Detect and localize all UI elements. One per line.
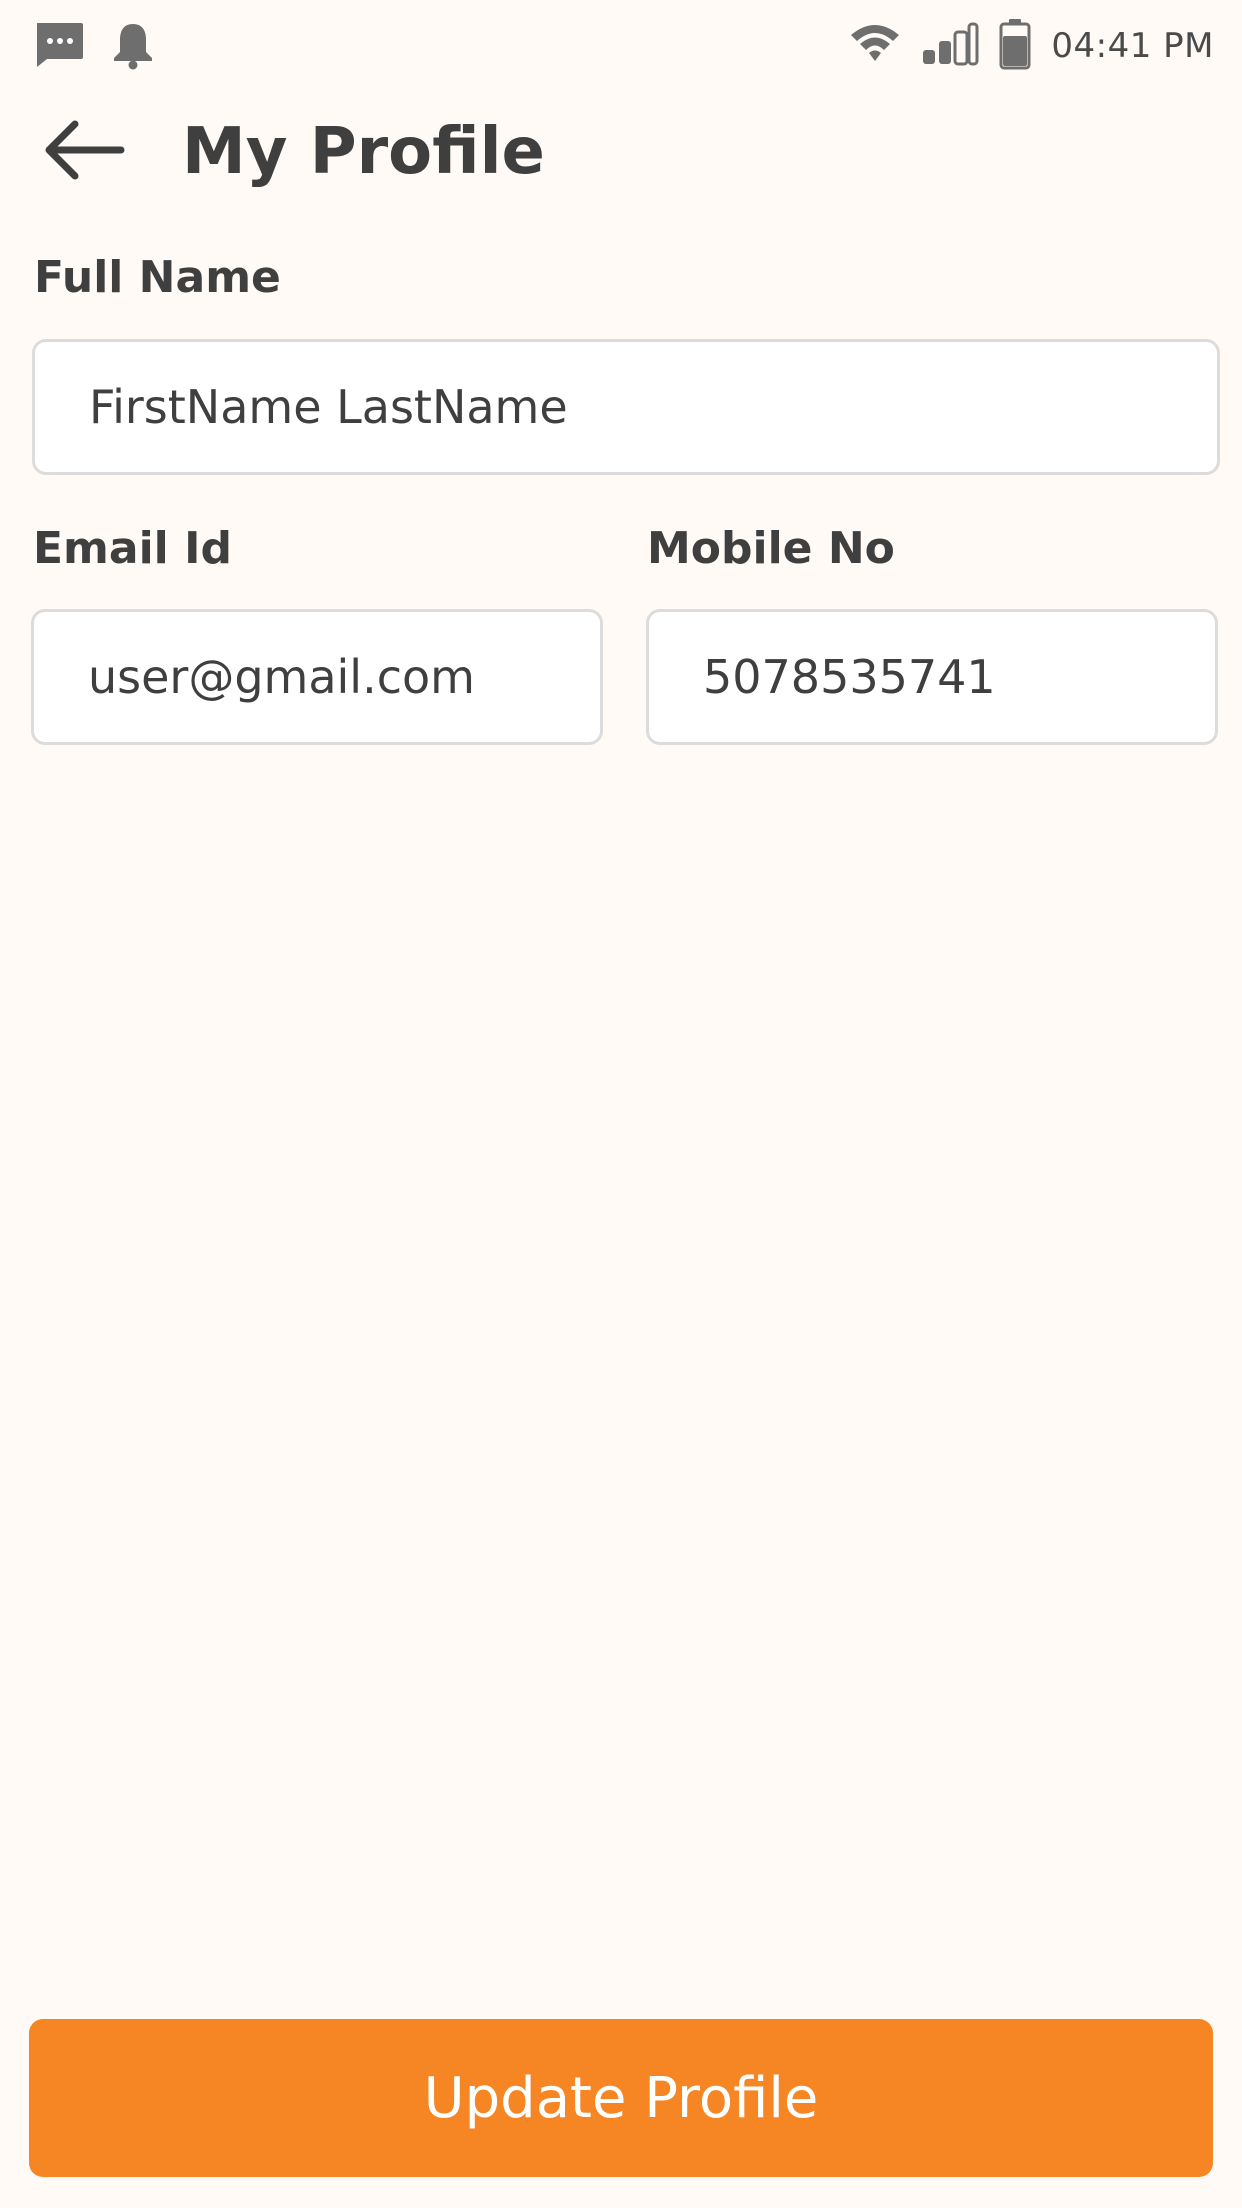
profile-screen: 04:41 PM My Profile Full Name FirstName … <box>0 0 1242 2208</box>
battery-icon <box>999 18 1031 74</box>
signal-icon <box>921 22 979 70</box>
mobile-field[interactable]: 5078535741 <box>646 609 1218 745</box>
full-name-value: FirstName LastName <box>89 380 568 434</box>
mobile-label: Mobile No <box>647 523 895 574</box>
full-name-label: Full Name <box>34 252 281 303</box>
bell-icon <box>111 20 155 74</box>
wifi-icon <box>849 23 901 69</box>
update-profile-button[interactable]: Update Profile <box>29 2019 1213 2177</box>
arrow-left-icon <box>41 118 125 186</box>
full-name-field[interactable]: FirstName LastName <box>32 339 1220 475</box>
status-left <box>33 20 155 74</box>
app-header: My Profile <box>0 100 1242 210</box>
status-right: 04:41 PM <box>849 18 1214 74</box>
status-bar: 04:41 PM <box>0 0 1242 88</box>
status-time: 04:41 PM <box>1051 26 1214 66</box>
back-button[interactable] <box>38 112 128 192</box>
mobile-value: 5078535741 <box>703 650 996 704</box>
email-value: user@gmail.com <box>88 650 475 704</box>
page-title: My Profile <box>182 115 545 189</box>
email-label: Email Id <box>33 523 232 574</box>
email-field[interactable]: user@gmail.com <box>31 609 603 745</box>
update-profile-label: Update Profile <box>423 2065 819 2131</box>
message-icon <box>33 21 85 73</box>
